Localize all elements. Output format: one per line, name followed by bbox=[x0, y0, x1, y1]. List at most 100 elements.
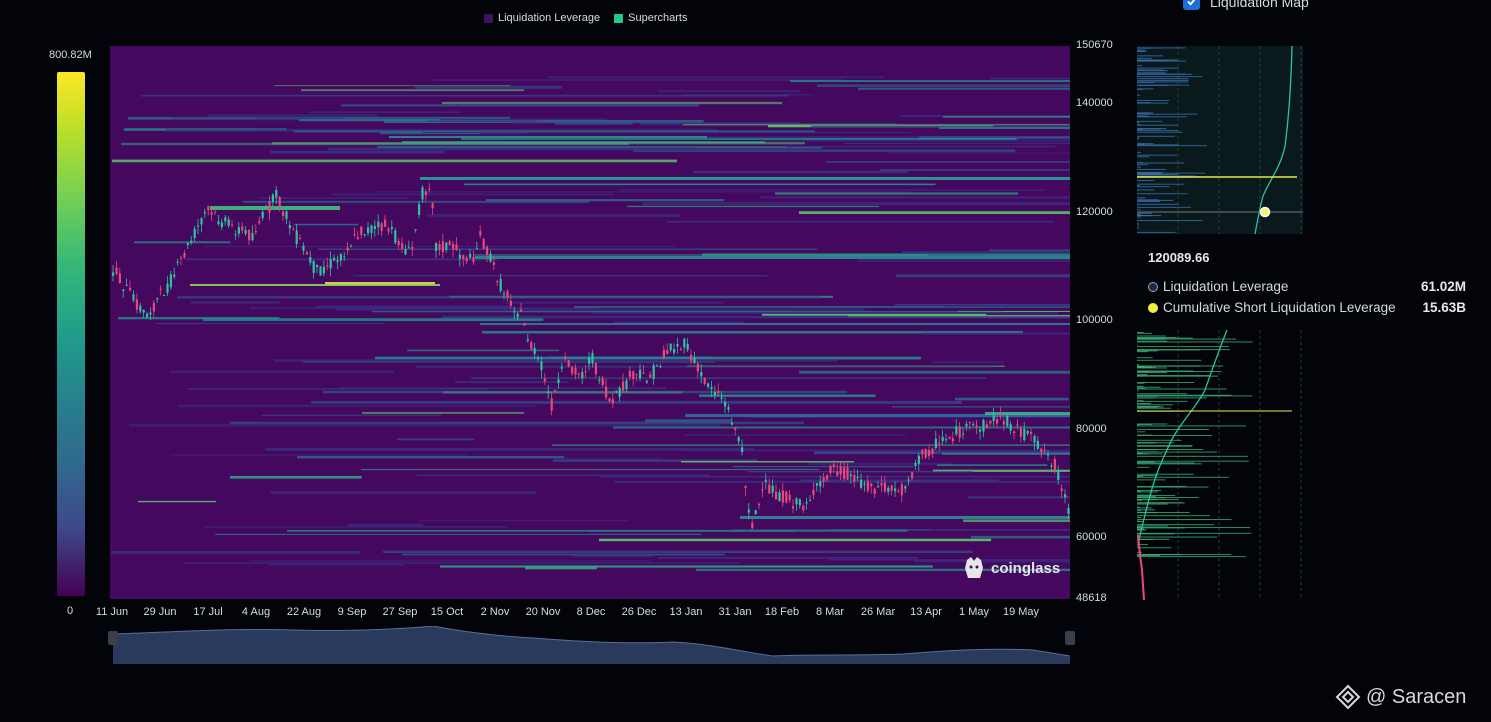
depth-bar bbox=[1137, 224, 1139, 226]
heat-band bbox=[844, 142, 1070, 145]
heat-band bbox=[643, 202, 1070, 206]
legend-item-supercharts[interactable]: Supercharts bbox=[614, 12, 687, 24]
depth-bar bbox=[1137, 538, 1170, 540]
heat-band bbox=[667, 220, 1054, 223]
heat-band bbox=[230, 421, 804, 425]
depth-bar bbox=[1137, 388, 1227, 390]
x-axis-label: 1 May bbox=[959, 606, 989, 618]
heat-band bbox=[733, 466, 914, 468]
heat-band bbox=[658, 556, 919, 559]
x-axis-label: 4 Aug bbox=[241, 606, 271, 618]
heat-band bbox=[215, 533, 702, 535]
heat-band bbox=[141, 94, 790, 97]
depth-bar bbox=[1137, 78, 1189, 80]
depth-bar bbox=[1137, 515, 1210, 517]
depth-bar bbox=[1137, 489, 1162, 491]
heat-band bbox=[627, 205, 879, 208]
watermark: coinglass bbox=[963, 556, 1060, 580]
depth-bar bbox=[1137, 473, 1194, 475]
heat-band-strong bbox=[740, 516, 1070, 519]
heat-band bbox=[461, 137, 1017, 140]
heat-band bbox=[203, 318, 544, 322]
depth-bar bbox=[1137, 73, 1193, 75]
legend-item-liquidation-leverage[interactable]: Liquidation Leverage bbox=[484, 12, 600, 24]
heat-band bbox=[230, 475, 362, 479]
panel-bars bbox=[1137, 331, 1253, 558]
heat-band-strong bbox=[420, 177, 1070, 180]
depth-bar bbox=[1137, 462, 1195, 464]
heat-band bbox=[191, 301, 280, 304]
depth-bar bbox=[1137, 494, 1176, 496]
watermark-text: coinglass bbox=[991, 559, 1061, 577]
depth-bar bbox=[1137, 216, 1141, 218]
x-axis-label: 18 Feb bbox=[764, 606, 800, 618]
heat-band bbox=[990, 77, 1070, 80]
heat-band bbox=[963, 519, 1070, 523]
heat-band bbox=[685, 434, 906, 436]
candle bbox=[482, 237, 485, 250]
heat-band bbox=[473, 254, 928, 256]
heat-band bbox=[170, 454, 469, 456]
heat-band bbox=[383, 550, 973, 554]
legend-swatch bbox=[484, 13, 493, 23]
heat-band bbox=[138, 500, 217, 503]
liquidation-map-toggle[interactable]: Liquidation Map bbox=[1183, 0, 1309, 10]
depth-bar bbox=[1137, 425, 1246, 427]
liquidation-heatmap[interactable] bbox=[110, 46, 1070, 599]
navigator-right-handle[interactable] bbox=[1065, 631, 1075, 645]
heat-band bbox=[786, 145, 1055, 148]
depth-bar bbox=[1137, 168, 1166, 170]
heat-band bbox=[486, 199, 725, 202]
x-axis-label: 11 Jun bbox=[95, 606, 129, 618]
navigator-series bbox=[113, 626, 1070, 664]
heat-band bbox=[250, 560, 652, 562]
depth-bar bbox=[1137, 129, 1179, 131]
depth-bar bbox=[1137, 67, 1179, 69]
depth-bar bbox=[1137, 400, 1144, 402]
depth-bar bbox=[1137, 71, 1138, 73]
legend-label: Liquidation Leverage bbox=[498, 12, 601, 24]
depth-bar bbox=[1137, 171, 1164, 173]
x-axis-label: 13 Jan bbox=[669, 606, 703, 618]
depth-bar bbox=[1137, 137, 1140, 139]
depth-bar bbox=[1137, 57, 1152, 59]
heat-band bbox=[328, 147, 696, 151]
heat-band bbox=[294, 223, 359, 226]
heat-band bbox=[924, 332, 1070, 335]
heat-band bbox=[760, 196, 1070, 199]
heat-band bbox=[858, 87, 1070, 90]
heat-band bbox=[455, 381, 568, 383]
depth-bar bbox=[1137, 491, 1158, 493]
x-axis-label: 29 Jun bbox=[143, 606, 177, 618]
depth-bar bbox=[1137, 461, 1155, 463]
depth-bar bbox=[1137, 166, 1142, 168]
heat-band bbox=[331, 193, 615, 196]
heat-band bbox=[259, 197, 409, 199]
depth-bar bbox=[1137, 524, 1215, 526]
heat-band bbox=[619, 189, 1046, 191]
navigator-left-handle[interactable] bbox=[108, 631, 118, 645]
y-axis-label: 140000 bbox=[1076, 97, 1113, 109]
depth-bar bbox=[1137, 124, 1179, 126]
depth-bar bbox=[1137, 370, 1194, 372]
heat-band bbox=[658, 89, 801, 93]
depth-bar bbox=[1137, 193, 1188, 195]
depth-bar bbox=[1137, 520, 1139, 522]
heat-band bbox=[775, 192, 1019, 195]
heat-band bbox=[892, 406, 1070, 408]
heat-band bbox=[156, 323, 384, 325]
x-axis-label: 15 Oct bbox=[430, 606, 464, 618]
heat-band bbox=[265, 448, 755, 451]
heat-band bbox=[270, 491, 537, 494]
depth-bar bbox=[1137, 532, 1252, 534]
x-axis-label: 17 Jul bbox=[193, 606, 223, 618]
depth-bar bbox=[1137, 449, 1157, 451]
checkbox-checked-icon[interactable] bbox=[1183, 0, 1200, 10]
depth-bar bbox=[1137, 431, 1146, 433]
depth-bar bbox=[1137, 479, 1166, 481]
x-axis-label: 26 Dec bbox=[621, 606, 657, 618]
range-navigator[interactable] bbox=[113, 626, 1070, 664]
depth-bar bbox=[1137, 346, 1229, 348]
panel-gridlines bbox=[1177, 330, 1302, 600]
heat-band bbox=[756, 315, 1070, 319]
